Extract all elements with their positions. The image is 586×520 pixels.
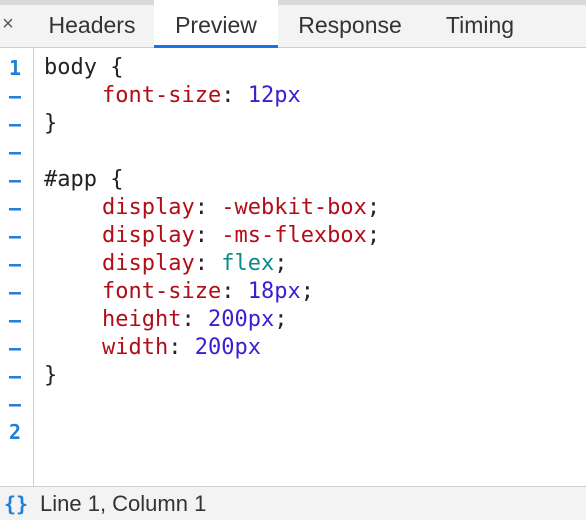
fold-marker[interactable]: – (0, 138, 30, 166)
tab-timing[interactable]: Timing (424, 0, 536, 48)
semicolon: ; (366, 195, 381, 220)
code-line: width: 200px (44, 334, 380, 362)
open-brace: { (96, 167, 124, 192)
css-value: 18px (247, 279, 301, 304)
css-value: -ms-flexbox (221, 223, 367, 248)
fold-marker[interactable]: – (0, 222, 30, 250)
fold-marker[interactable]: – (0, 334, 30, 362)
cursor-position: Line 1, Column 1 (40, 491, 207, 516)
line-number: 2 (8, 420, 22, 444)
close-icon[interactable]: × (0, 9, 16, 39)
css-property: display (102, 251, 195, 276)
code-line: body { (44, 54, 380, 82)
code-line: font-size: 12px (44, 82, 380, 110)
fold-marker[interactable]: – (0, 390, 30, 418)
css-property: display (102, 223, 195, 248)
css-value: -webkit-box (221, 195, 367, 220)
code-line: display: flex; (44, 250, 380, 278)
fold-marker[interactable]: – (0, 194, 30, 222)
colon: : (221, 83, 248, 108)
code-line: font-size: 18px; (44, 278, 380, 306)
tab-preview[interactable]: Preview (154, 0, 278, 48)
semicolon: ; (274, 307, 288, 332)
status-bar: {} Line 1, Column 1 (0, 486, 586, 520)
fold-marker[interactable]: – (0, 362, 30, 390)
code-line: height: 200px; (44, 306, 380, 334)
css-value: 200px (194, 335, 261, 360)
code-line: display: -ms-flexbox; (44, 222, 380, 250)
fold-marker[interactable]: – (0, 166, 30, 194)
close-brace: } (44, 363, 58, 388)
css-value: flex (221, 251, 275, 276)
code-line: } (44, 362, 380, 390)
css-selector: #app (44, 167, 97, 192)
code-content: body { font-size: 12px } #app { display:… (44, 54, 380, 390)
code-line: } (44, 110, 380, 138)
css-property: height (102, 307, 182, 332)
colon: : (168, 335, 195, 360)
fold-marker[interactable]: – (0, 110, 30, 138)
tab-response[interactable]: Response (280, 0, 420, 48)
close-brace: } (44, 111, 58, 136)
colon: : (194, 251, 222, 276)
colon: : (194, 195, 222, 220)
fold-marker[interactable]: – (0, 82, 30, 110)
fold-marker[interactable]: – (0, 278, 30, 306)
semicolon: ; (366, 223, 381, 248)
tab-headers[interactable]: Headers (28, 0, 156, 48)
colon: : (181, 307, 208, 332)
css-selector: body (44, 55, 97, 80)
line-number: 1 (8, 56, 22, 80)
open-brace: { (96, 55, 124, 80)
code-editor[interactable]: 1 – – – – – – – – – – – – 2 body { font-… (0, 48, 586, 486)
css-value: 200px (207, 307, 275, 332)
code-line: display: -webkit-box; (44, 194, 380, 222)
fold-marker[interactable]: – (0, 250, 30, 278)
semicolon: ; (300, 279, 314, 304)
code-line: #app { (44, 166, 380, 194)
line-gutter: 1 – – – – – – – – – – – – 2 (0, 48, 34, 486)
colon: : (221, 279, 248, 304)
semicolon: ; (274, 251, 288, 276)
pretty-print-icon[interactable]: {} (4, 491, 28, 517)
css-property: width (102, 335, 169, 360)
css-property: font-size (102, 279, 222, 304)
fold-marker[interactable]: – (0, 306, 30, 334)
css-value: 12px (247, 83, 301, 108)
colon: : (194, 223, 222, 248)
css-property: display (102, 195, 195, 220)
tab-bar: × Headers Preview Response Timing (0, 0, 586, 48)
css-property: font-size (102, 83, 222, 108)
